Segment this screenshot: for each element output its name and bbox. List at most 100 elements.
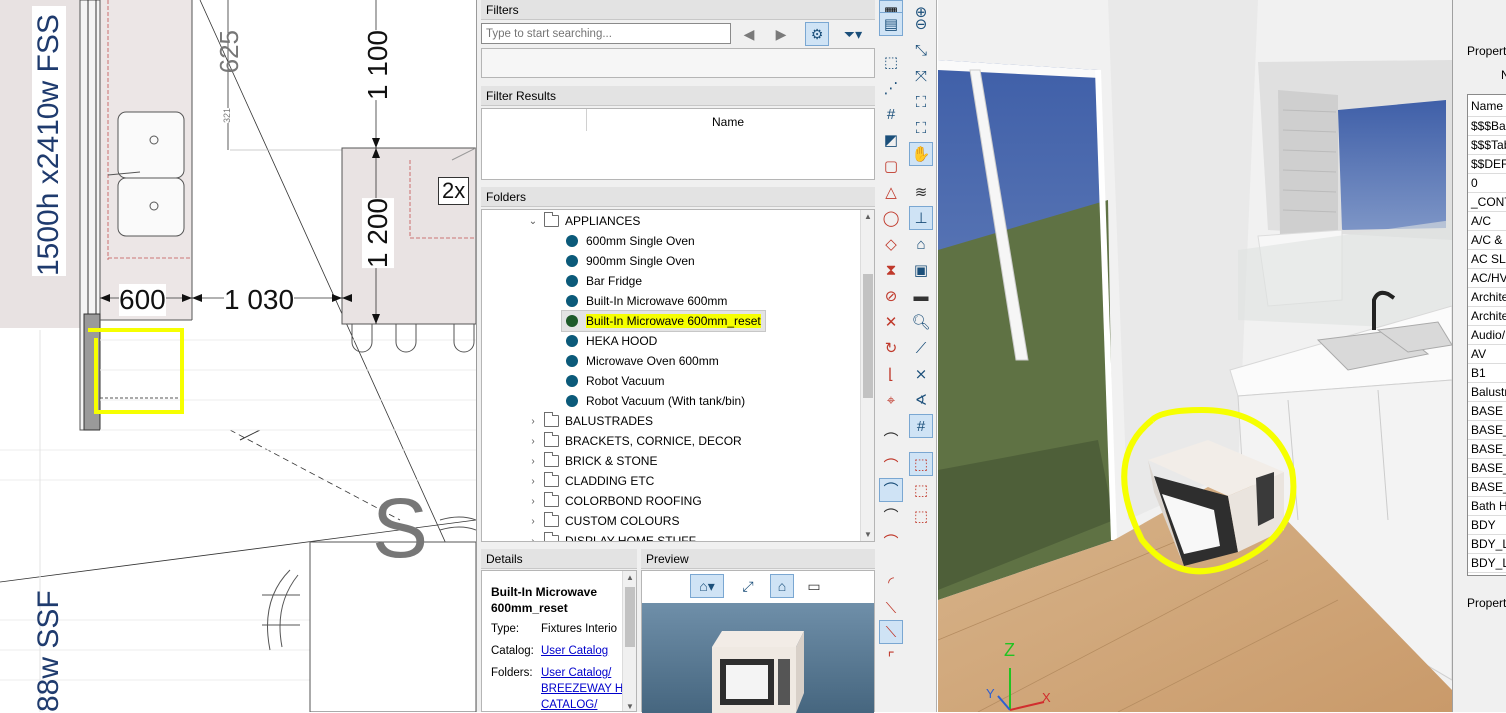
preview-settings-icon[interactable]: ▭ bbox=[802, 574, 826, 598]
tree-folder[interactable]: › DISPLAY HOME STUFF bbox=[526, 531, 696, 542]
layer-row[interactable]: A/C & bbox=[1468, 231, 1506, 250]
plan-view[interactable]: 1500h x2410w FSS 88w SSF 625 321 1 100 1… bbox=[0, 0, 476, 712]
select-box-icon[interactable]: ⬚ bbox=[909, 478, 933, 502]
curve-tool-icon[interactable]: ⌒ bbox=[879, 454, 903, 478]
tree-folder[interactable]: › CLADDING ETC bbox=[526, 471, 654, 491]
layers-icon[interactable]: ≋ bbox=[909, 180, 933, 204]
layer-name-column[interactable]: Name bbox=[1468, 95, 1506, 117]
layer-row[interactable]: AC SLA bbox=[1468, 250, 1506, 269]
layer-row[interactable]: Audio/ bbox=[1468, 326, 1506, 345]
tree-folder[interactable]: › CUSTOM COLOURS bbox=[526, 511, 679, 531]
library-search-input[interactable] bbox=[481, 23, 731, 44]
chevron-right-icon[interactable]: › bbox=[526, 436, 540, 447]
folder-tree[interactable]: ⌄ APPLIANCES 600mm Single Oven 900mm Sin… bbox=[481, 209, 875, 542]
tree-item[interactable]: 600mm Single Oven bbox=[566, 231, 695, 251]
layer-row[interactable]: Archite bbox=[1468, 288, 1506, 307]
layer-row[interactable]: $$$Bac bbox=[1468, 117, 1506, 136]
marquee-icon[interactable]: ⬚ bbox=[909, 452, 933, 476]
details-folder-link[interactable]: User Catalog/ bbox=[541, 667, 611, 679]
box-select-icon[interactable]: ▢ bbox=[879, 154, 903, 178]
chevron-right-icon[interactable]: › bbox=[526, 416, 540, 427]
chevron-right-icon[interactable]: › bbox=[526, 496, 540, 507]
grid-icon[interactable]: # bbox=[879, 102, 903, 126]
zoom-window-icon[interactable]: ⤧ bbox=[909, 64, 933, 88]
preview-render[interactable] bbox=[642, 603, 874, 713]
layer-row[interactable]: _CONT bbox=[1468, 193, 1506, 212]
line-edit-icon[interactable]: ⟍ bbox=[879, 596, 903, 620]
dimension-line-icon[interactable]: ⟋ bbox=[909, 336, 933, 360]
circle-tool-icon[interactable]: ◯ bbox=[879, 206, 903, 230]
layer-row[interactable]: Archite bbox=[1468, 307, 1506, 326]
details-catalog-link[interactable]: User Catalog bbox=[541, 645, 608, 657]
layer-row[interactable]: 0 bbox=[1468, 174, 1506, 193]
preview-camera-icon[interactable]: ⌂ bbox=[770, 574, 794, 598]
tree-item[interactable]: 900mm Single Oven bbox=[566, 251, 695, 271]
spline-tool-icon[interactable]: ⌒ bbox=[879, 504, 903, 528]
trim-tool-icon[interactable]: ⌜ bbox=[879, 646, 903, 670]
tree-item-selected[interactable]: Built-In Microwave 600mm_reset bbox=[561, 310, 766, 332]
target-tool-icon[interactable]: ⌖ bbox=[879, 388, 903, 412]
layer-row[interactable]: $$$Tab bbox=[1468, 136, 1506, 155]
layer-row[interactable]: BASE_0 bbox=[1468, 440, 1506, 459]
hourglass-tool-icon[interactable]: ⧗ bbox=[879, 258, 903, 282]
chevron-right-icon[interactable]: › bbox=[526, 536, 540, 542]
reference-icon[interactable]: ⊥ bbox=[909, 206, 933, 230]
forward-arrow-icon[interactable]: ▶ bbox=[769, 22, 793, 46]
layer-row[interactable]: BASE_0 bbox=[1468, 421, 1506, 440]
chevron-right-icon[interactable]: › bbox=[526, 476, 540, 487]
scroll-up-icon[interactable]: ▲ bbox=[861, 212, 874, 221]
no-entry-tool-icon[interactable]: ⊘ bbox=[879, 284, 903, 308]
layer-row[interactable]: A/C bbox=[1468, 212, 1506, 231]
3d-camera-view[interactable]: Z Y X bbox=[938, 0, 1452, 712]
scroll-down-icon[interactable]: ▼ bbox=[861, 530, 874, 539]
layer-row[interactable]: BASE_1 bbox=[1468, 459, 1506, 478]
edit-area-icon[interactable]: ◩ bbox=[879, 128, 903, 152]
bezier-tool-icon[interactable]: ⌒ bbox=[879, 530, 903, 554]
fit-view-icon[interactable]: ⤢ bbox=[736, 574, 760, 598]
layer-row[interactable]: AV bbox=[1468, 345, 1506, 364]
chevron-right-icon[interactable]: › bbox=[526, 516, 540, 527]
home-camera-icon[interactable]: ⌂ bbox=[909, 232, 933, 256]
tree-item[interactable]: Microwave Oven 600mm bbox=[566, 351, 719, 371]
layer-display-icon[interactable]: ▤ bbox=[879, 12, 903, 36]
chevron-right-icon[interactable]: › bbox=[526, 456, 540, 467]
triangle-tool-icon[interactable]: △ bbox=[879, 180, 903, 204]
layer-row[interactable]: BDY_LI bbox=[1468, 535, 1506, 554]
scroll-down-icon[interactable]: ▼ bbox=[623, 702, 636, 711]
point-dimension-icon[interactable]: ⨯ bbox=[909, 362, 933, 386]
section-marker[interactable]: S bbox=[372, 480, 428, 577]
tree-item[interactable]: Robot Vacuum bbox=[566, 371, 665, 391]
delete-tool-icon[interactable]: ✕ bbox=[879, 310, 903, 334]
tree-folder[interactable]: › BRICK & STONE bbox=[526, 451, 657, 471]
folder-tree-scrollbar[interactable]: ▲ ▼ bbox=[860, 210, 874, 541]
layer-list[interactable]: Name $$$Bac $$$Tab $$DEFA 0 _CONT A/C A/… bbox=[1467, 94, 1506, 576]
fill-window-icon[interactable]: ⛶ bbox=[909, 90, 933, 114]
tree-folder-appliances[interactable]: ⌄ APPLIANCES bbox=[526, 211, 640, 231]
layer-row[interactable]: BASE_1 bbox=[1468, 478, 1506, 497]
rotate-tool-icon[interactable]: ↻ bbox=[879, 336, 903, 360]
layer-row[interactable]: AC/HV bbox=[1468, 269, 1506, 288]
tree-item[interactable]: Built-In Microwave 600mm bbox=[566, 291, 727, 311]
layer-row[interactable]: Bath H bbox=[1468, 497, 1506, 516]
scroll-up-icon[interactable]: ▲ bbox=[623, 573, 636, 582]
filter-results-list[interactable]: Name bbox=[481, 108, 875, 180]
filter-dropdown-icon[interactable]: ⏷▾ bbox=[835, 22, 871, 46]
filter-options-icon[interactable]: ⚙ bbox=[805, 22, 829, 46]
details-folder-link[interactable]: BREEZEWAY HC bbox=[541, 683, 632, 695]
join-tool-icon[interactable]: ⟍ bbox=[879, 620, 903, 644]
arc-edit-icon[interactable]: ◜ bbox=[879, 570, 903, 594]
tree-item[interactable]: HEKA HOOD bbox=[566, 331, 657, 351]
zoom-out-icon[interactable]: ⊖ bbox=[909, 12, 933, 36]
frame-icon[interactable]: ▣ bbox=[909, 258, 933, 282]
arc-tool-icon[interactable]: ⌒ bbox=[879, 428, 903, 452]
tree-item[interactable]: Robot Vacuum (With tank/bin) bbox=[566, 391, 745, 411]
tree-folder[interactable]: › BRACKETS, CORNICE, DECOR bbox=[526, 431, 742, 451]
tree-folder[interactable]: › COLORBOND ROOFING bbox=[526, 491, 702, 511]
shape-tool-icon[interactable]: ◇ bbox=[879, 232, 903, 256]
layer-row[interactable]: BDY_LI bbox=[1468, 554, 1506, 573]
details-folder-link[interactable]: CATALOG/ bbox=[541, 699, 597, 711]
layer-row[interactable]: BASE bbox=[1468, 402, 1506, 421]
corner-tool-icon[interactable]: ⌊ bbox=[879, 362, 903, 386]
details-scrollbar[interactable]: ▲ ▼ bbox=[622, 571, 636, 711]
scrollbar-thumb[interactable] bbox=[625, 587, 635, 647]
